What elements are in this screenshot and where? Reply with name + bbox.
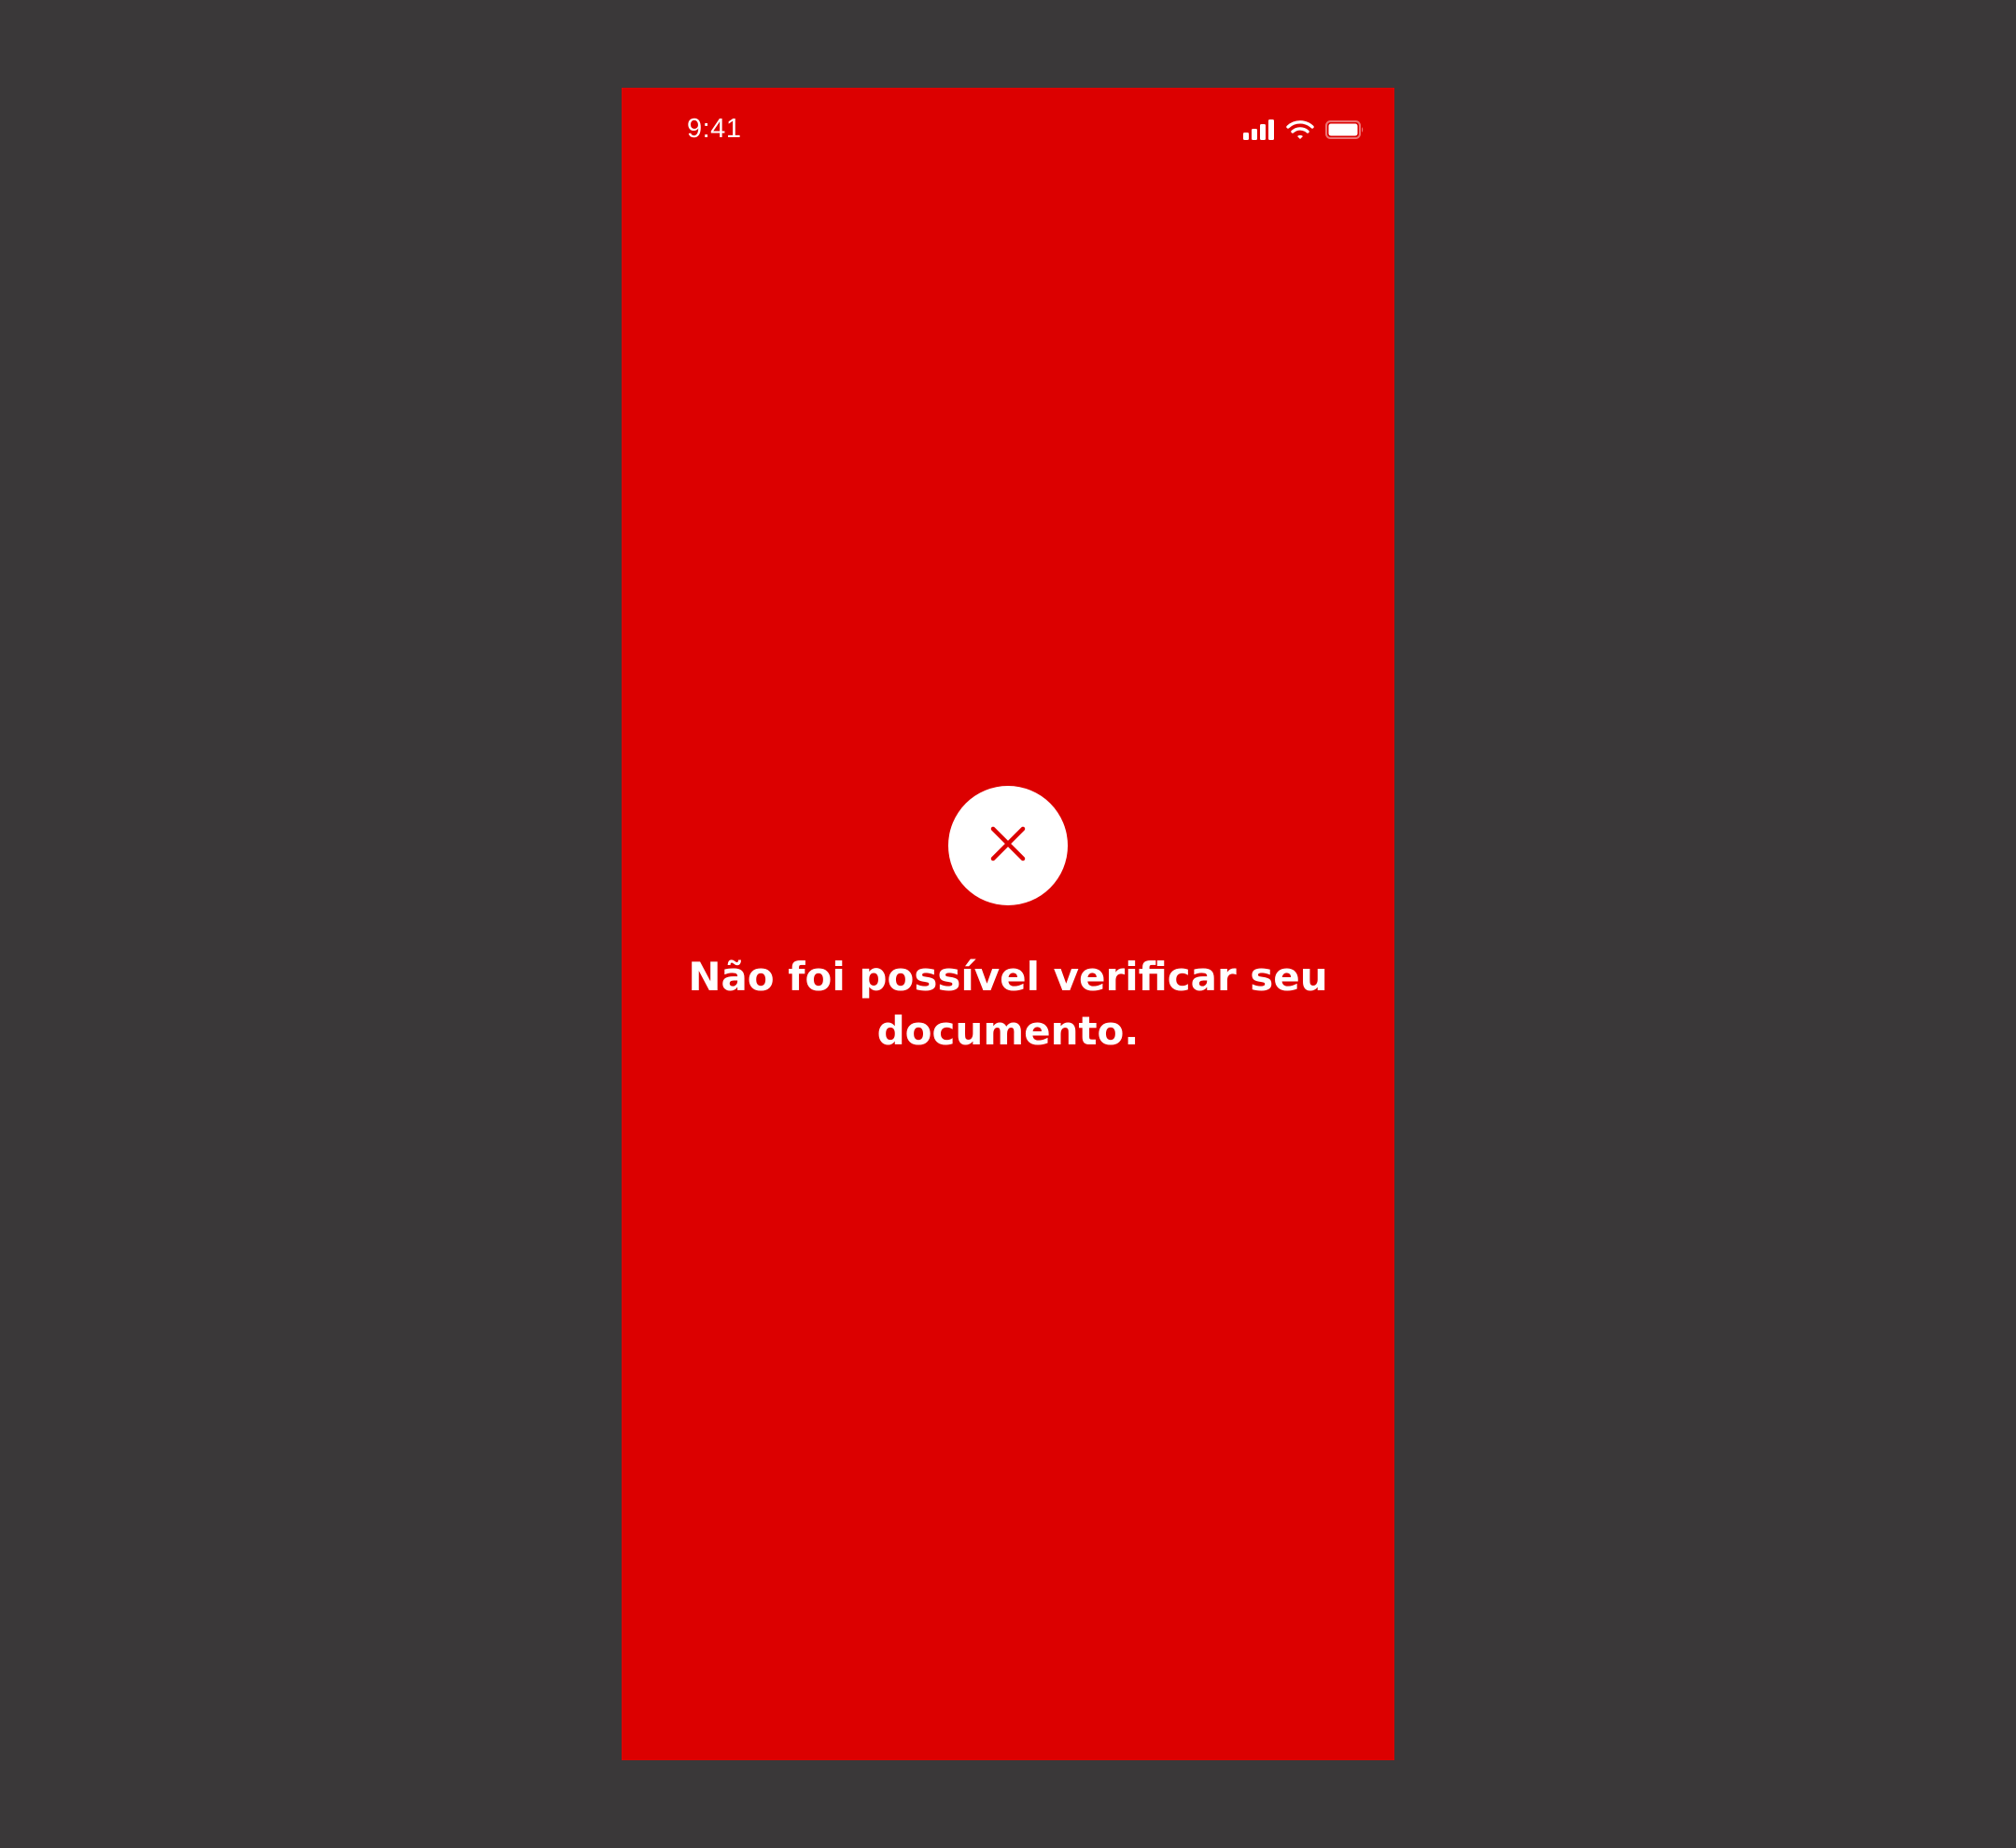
status-bar: 9:41: [622, 88, 1394, 175]
status-time: 9:41: [687, 114, 742, 144]
error-badge: [948, 786, 1068, 905]
wifi-icon: [1286, 119, 1314, 140]
error-content: Não foi possível verificar seu documento…: [622, 786, 1394, 1058]
phone-screen: 9:41 Não foi possível verificar seu docu…: [622, 88, 1394, 1760]
battery-icon: [1325, 119, 1365, 140]
cellular-signal-icon: [1243, 119, 1275, 140]
error-message: Não foi possível verificar seu documento…: [688, 954, 1328, 1054]
close-icon: [989, 825, 1027, 866]
canvas-backdrop: 9:41 Não foi possível verificar seu docu…: [0, 0, 2016, 1848]
status-icons: [1243, 118, 1365, 142]
